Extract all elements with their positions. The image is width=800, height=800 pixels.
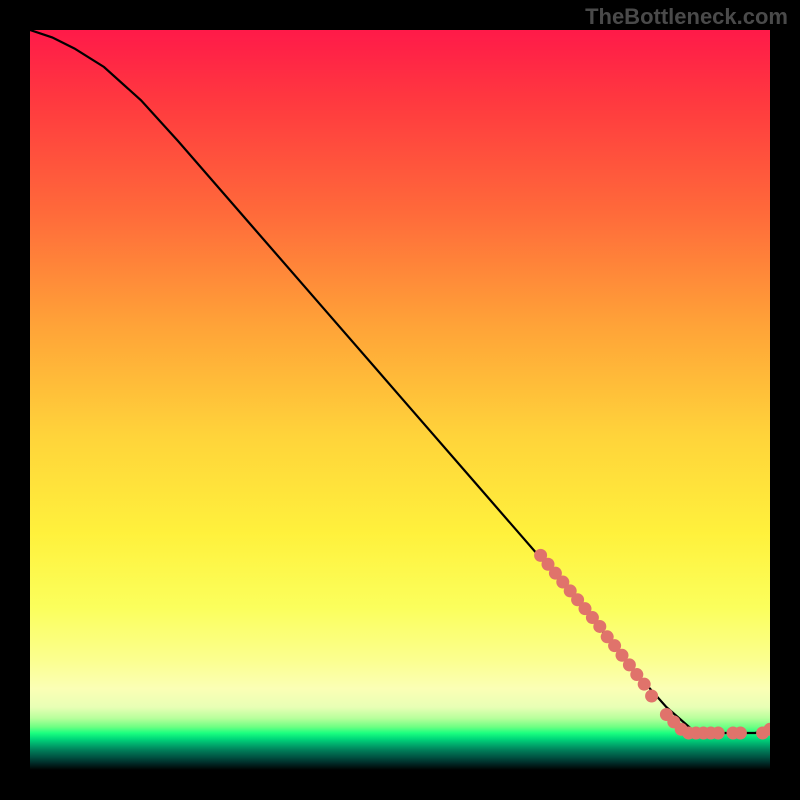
plot-area: [30, 30, 770, 770]
benchmark-point: [712, 727, 725, 740]
chart-svg: [30, 30, 770, 770]
benchmark-point: [645, 690, 658, 703]
benchmark-point: [734, 727, 747, 740]
bottleneck-curve: [30, 30, 770, 733]
benchmark-points-group: [534, 549, 770, 740]
watermark-text: TheBottleneck.com: [585, 4, 788, 30]
benchmark-point: [638, 678, 651, 691]
